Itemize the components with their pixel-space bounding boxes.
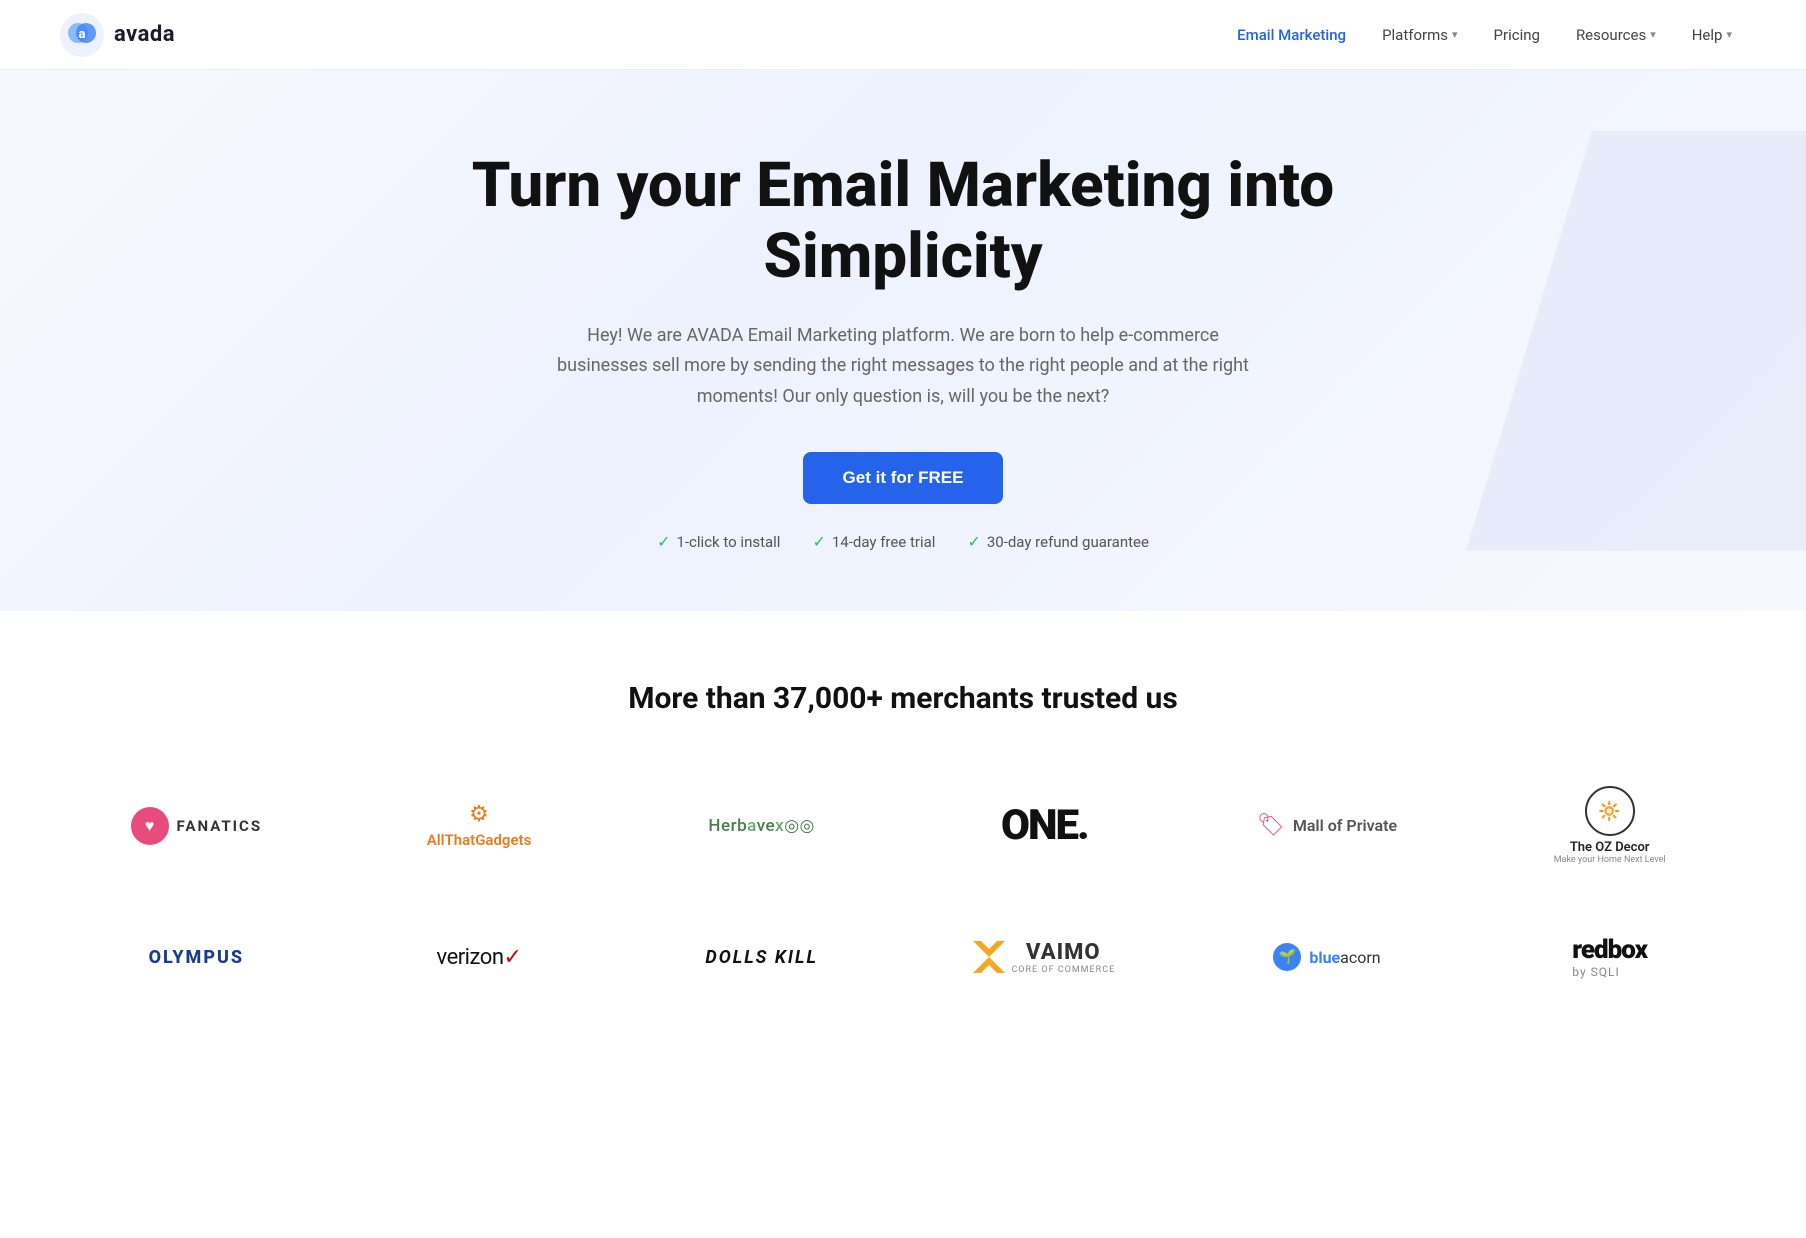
- logo-verizon: verizon✓: [343, 917, 616, 997]
- verizon-label: verizon✓: [437, 945, 522, 970]
- fanatics-label: FANATICS: [177, 817, 263, 835]
- oz-lamp-icon: 🔆: [1598, 801, 1620, 822]
- cta-button[interactable]: Get it for FREE: [803, 452, 1004, 504]
- redbox-label: redbox: [1572, 935, 1647, 965]
- chevron-down-icon: ▾: [1726, 28, 1732, 41]
- feature-install: ✓ 1-click to install: [657, 532, 780, 551]
- hero-section: Turn your Email Marketing into Simplicit…: [0, 70, 1806, 611]
- mall-label: Mall of Private: [1293, 816, 1397, 835]
- olympus-label: OLYMPUS: [149, 947, 245, 968]
- oz-label: The OZ Decor: [1570, 840, 1650, 855]
- nav-help[interactable]: Help ▾: [1678, 18, 1746, 52]
- logo-one: ONE.: [908, 781, 1181, 870]
- redbox-sublabel: by SQLI: [1572, 965, 1619, 979]
- oz-sublabel: Make your Home Next Level: [1554, 855, 1666, 865]
- feature-trial: ✓ 14-day free trial: [812, 532, 935, 551]
- logo-dolls-kill: DOLLS KILL: [625, 917, 898, 997]
- nav-resources[interactable]: Resources ▾: [1562, 18, 1670, 52]
- chevron-down-icon: ▾: [1452, 28, 1458, 41]
- logo-herbavex: Herbavex◎◎: [625, 786, 898, 866]
- nav-links: Email Marketing Platforms ▾ Pricing Reso…: [1223, 18, 1746, 52]
- hero-title: Turn your Email Marketing into Simplicit…: [453, 150, 1353, 293]
- logo-fanatics: ♥ FANATICS: [60, 786, 333, 866]
- vaimo-x-icon: [973, 941, 1005, 973]
- svg-text:a: a: [79, 27, 86, 42]
- logo-oz-decor: 🔆 The OZ Decor Make your Home Next Level: [1473, 766, 1746, 885]
- feature-refund: ✓ 30-day refund guarantee: [967, 532, 1148, 551]
- vaimo-label: VAIMO: [1011, 940, 1115, 965]
- logo-redbox: redbox by SQLI: [1473, 915, 1746, 999]
- gadgets-label: AllThatGadgets: [427, 831, 532, 849]
- hero-subtitle: Hey! We are AVADA Email Marketing platfo…: [553, 321, 1253, 413]
- logo-mall-of-private: 🏷 Mall of Private: [1191, 786, 1464, 866]
- avada-logo-icon: a: [60, 13, 104, 57]
- logo-blue-acorn: 🌱 blueacorn: [1191, 917, 1464, 997]
- merchants-section: More than 37,000+ merchants trusted us ♥…: [0, 611, 1806, 1089]
- blueacorn-label: blueacorn: [1309, 948, 1380, 967]
- fanatics-heart-icon: ♥: [131, 807, 169, 845]
- vaimo-text-group: VAIMO CORE OF COMMERCE: [1011, 940, 1115, 975]
- logo-text: avada: [114, 22, 175, 47]
- nav-email-marketing[interactable]: Email Marketing: [1223, 18, 1360, 52]
- logo-allgadgets: ⚙ AllThatGadgets: [343, 782, 616, 869]
- merchants-title: More than 37,000+ merchants trusted us: [60, 681, 1746, 716]
- oz-circle-icon: 🔆: [1585, 786, 1635, 836]
- gadgets-icon: ⚙: [469, 802, 489, 827]
- vaimo-sublabel: CORE OF COMMERCE: [1011, 965, 1115, 975]
- dollskill-label: DOLLS KILL: [705, 947, 818, 968]
- logo-olympus: OLYMPUS: [60, 917, 333, 997]
- mall-icon: 🏷: [1257, 813, 1285, 838]
- herbavex-label: Herbavex◎◎: [708, 816, 814, 836]
- navigation: a avada Email Marketing Platforms ▾ Pric…: [0, 0, 1806, 70]
- chevron-down-icon: ▾: [1650, 28, 1656, 41]
- nav-pricing[interactable]: Pricing: [1480, 18, 1554, 52]
- check-icon: ✓: [657, 532, 670, 551]
- hero-features: ✓ 1-click to install ✓ 14-day free trial…: [40, 532, 1766, 551]
- nav-platforms[interactable]: Platforms ▾: [1368, 18, 1471, 52]
- logo-vaimo: VAIMO CORE OF COMMERCE: [908, 917, 1181, 997]
- logos-row-2: OLYMPUS verizon✓ DOLLS KILL VAIMO CORE O…: [60, 915, 1746, 999]
- check-icon: ✓: [967, 532, 980, 551]
- check-icon: ✓: [812, 532, 825, 551]
- logos-row-1: ♥ FANATICS ⚙ AllThatGadgets Herbavex◎◎ O…: [60, 766, 1746, 885]
- acorn-icon: 🌱: [1273, 943, 1301, 971]
- one-label: ONE.: [1001, 801, 1088, 850]
- logo[interactable]: a avada: [60, 13, 175, 57]
